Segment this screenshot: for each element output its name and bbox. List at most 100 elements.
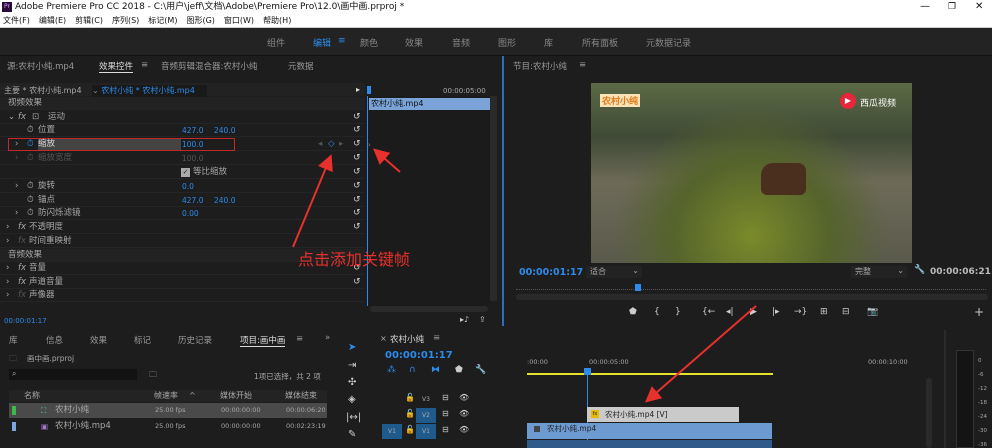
tab-metadata[interactable]: 元数据 xyxy=(288,60,314,72)
tab-libraries[interactable]: 库 xyxy=(9,334,18,346)
export-icon[interactable]: ⇪ xyxy=(479,315,486,324)
quality-dropdown[interactable]: 完整 ⌄ xyxy=(851,266,907,278)
channel-volume-row[interactable]: › fx 声道音量 ↺ xyxy=(0,276,365,289)
menu-help[interactable]: 帮助(H) xyxy=(263,16,291,25)
menu-marker[interactable]: 标记(M) xyxy=(148,16,177,25)
settings-wrench-icon[interactable]: 🔧 xyxy=(475,365,486,375)
workspace-effects[interactable]: 效果 xyxy=(405,36,423,49)
track-select-tool-icon[interactable]: ⇥ xyxy=(348,360,356,371)
reset-icon[interactable]: ↺ xyxy=(353,194,361,207)
linked-selection-icon[interactable]: ⧓ xyxy=(431,365,440,375)
reset-icon[interactable]: ↺ xyxy=(353,221,361,234)
fit-dropdown[interactable]: 适合 ⌄ xyxy=(586,266,642,278)
sync-lock-icon[interactable]: ⊟ xyxy=(442,409,449,418)
current-timecode[interactable]: 00:00:01:17 xyxy=(4,317,47,325)
reset-icon[interactable]: ↺ xyxy=(353,111,361,124)
timeline-playhead-handle[interactable] xyxy=(584,368,591,375)
project-item[interactable]: ⛶ 农村小纯 25.00 fps 00:00:00:00 00:00:06:20 xyxy=(9,403,327,418)
tab-effects[interactable]: 效果 xyxy=(90,334,107,346)
close-tab-icon[interactable]: × xyxy=(380,334,387,343)
sync-lock-icon[interactable]: ⊟ xyxy=(442,393,449,402)
step-back-icon[interactable]: ◂| xyxy=(726,307,734,317)
lock-icon[interactable]: 🔓 xyxy=(405,393,415,402)
panel-menu-icon[interactable]: ≡ xyxy=(579,60,586,70)
menu-clip[interactable]: 剪辑(C) xyxy=(75,16,103,25)
snap-icon[interactable]: ∩ xyxy=(409,365,416,375)
uniform-scale-checkbox[interactable]: ✓ xyxy=(181,168,190,177)
menu-graphics[interactable]: 图形(G) xyxy=(186,16,214,25)
add-marker-icon[interactable]: ⬟ xyxy=(455,365,463,375)
extract-icon[interactable]: ⊟ xyxy=(842,307,850,317)
program-ruler[interactable] xyxy=(516,284,986,290)
workspace-audio[interactable]: 音频 xyxy=(452,36,470,49)
reset-icon[interactable]: ↺ xyxy=(353,138,361,151)
anchor-x[interactable]: 427.0 xyxy=(182,194,203,207)
scale-value[interactable]: 100.0 xyxy=(182,138,203,151)
maximize-button[interactable]: ❐ xyxy=(948,0,956,14)
reset-icon[interactable]: ↺ xyxy=(353,152,361,165)
nest-icon[interactable]: ⁂ xyxy=(387,365,396,375)
search-input[interactable]: ⌕ xyxy=(9,369,137,380)
add-button-icon[interactable]: + xyxy=(974,305,984,319)
lift-icon[interactable]: ⊞ xyxy=(820,307,828,317)
position-y[interactable]: 240.0 xyxy=(214,124,235,137)
sequence-clip-selector[interactable]: ⌄ 农村小纯 * 农村小纯.mp4 xyxy=(92,85,207,97)
reset-icon[interactable]: ↺ xyxy=(353,180,361,193)
next-keyframe-icon[interactable]: ▸ xyxy=(339,138,343,151)
wrench-icon[interactable]: 🔧 xyxy=(914,265,925,275)
col-name[interactable]: 名称 xyxy=(24,390,40,402)
lock-icon[interactable]: 🔓 xyxy=(405,409,415,418)
timeline-timecode[interactable]: 00:00:01:17 xyxy=(385,350,453,361)
menu-edit[interactable]: 编辑(E) xyxy=(39,16,66,25)
more-tabs-icon[interactable]: » xyxy=(325,333,330,343)
workspace-assembly[interactable]: 组件 xyxy=(267,36,285,49)
step-forward-icon[interactable]: |▸ xyxy=(772,307,780,317)
clip-a1[interactable] xyxy=(527,440,772,448)
workspace-editing[interactable]: 编辑 xyxy=(313,36,331,49)
col-fps[interactable]: 帧速率 xyxy=(154,390,178,402)
rotation-value[interactable]: 0.0 xyxy=(182,180,194,193)
tab-history[interactable]: 历史记录 xyxy=(178,334,212,346)
tab-info[interactable]: 信息 xyxy=(46,334,63,346)
add-marker-icon[interactable]: ⬟ xyxy=(629,307,637,317)
sync-lock-icon[interactable]: ⊟ xyxy=(442,425,449,434)
track-v2[interactable]: V2 xyxy=(416,408,436,423)
motion-row[interactable]: ⌄ fx ⊡ 运动 ↺ xyxy=(0,111,365,124)
go-to-in-icon[interactable]: {← xyxy=(702,307,715,317)
workspace-menu-icon[interactable]: ≡ xyxy=(338,36,346,46)
menu-file[interactable]: 文件(F) xyxy=(3,16,30,25)
reset-icon[interactable]: ↺ xyxy=(353,124,361,137)
workspace-color[interactable]: 颜色 xyxy=(360,36,378,49)
project-item[interactable]: ▣ 农村小纯.mp4 25.00 fps 00:00:00:00 00:02:2… xyxy=(9,419,327,434)
selection-tool-icon[interactable]: ➤ xyxy=(348,342,356,353)
tab-project[interactable]: 项目:画中画 xyxy=(240,334,286,347)
track-v1[interactable]: V1 xyxy=(416,424,436,439)
anchor-y[interactable]: 240.0 xyxy=(214,194,235,207)
vertical-scrollbar[interactable] xyxy=(490,96,497,301)
work-area-bar[interactable] xyxy=(527,373,773,375)
program-zoom-scrollbar[interactable] xyxy=(516,294,988,300)
minimize-button[interactable]: — xyxy=(920,0,930,14)
keyframe-zoom-scrollbar[interactable] xyxy=(370,306,488,312)
stopwatch-icon[interactable]: ⏱ xyxy=(27,207,34,220)
pen-tool-icon[interactable]: ✎ xyxy=(348,429,356,440)
play-triangle-icon[interactable]: ▸ xyxy=(356,85,360,94)
tab-audio-clip-mixer[interactable]: 音频剪辑混合器:农村小纯 xyxy=(161,60,257,72)
tab-source[interactable]: 源:农村小纯.mp4 xyxy=(7,60,74,72)
new-bin-icon[interactable]: 🗀 xyxy=(149,369,157,383)
lock-icon[interactable]: 🔓 xyxy=(405,425,415,434)
reset-icon[interactable]: ↺ xyxy=(353,207,361,220)
export-frame-icon[interactable]: 📷 xyxy=(867,307,878,317)
reset-icon[interactable]: ↺ xyxy=(353,166,361,179)
eye-icon[interactable]: 👁 xyxy=(459,393,469,402)
col-media-start[interactable]: 媒体开始 xyxy=(220,390,252,402)
panner-row[interactable]: › fx 声像器 xyxy=(0,289,365,302)
panel-menu-icon[interactable]: ≡ xyxy=(296,334,303,344)
anti-flicker-value[interactable]: 0.00 xyxy=(182,207,199,220)
tab-effect-controls[interactable]: 效果控件 xyxy=(99,60,134,73)
go-to-out-icon[interactable]: →} xyxy=(794,307,807,317)
stopwatch-icon-active[interactable]: ⏱ xyxy=(27,138,34,151)
stopwatch-icon[interactable]: ⏱ xyxy=(27,194,34,207)
workspace-graphics[interactable]: 图形 xyxy=(498,36,516,49)
eye-icon[interactable]: 👁 xyxy=(459,425,469,434)
